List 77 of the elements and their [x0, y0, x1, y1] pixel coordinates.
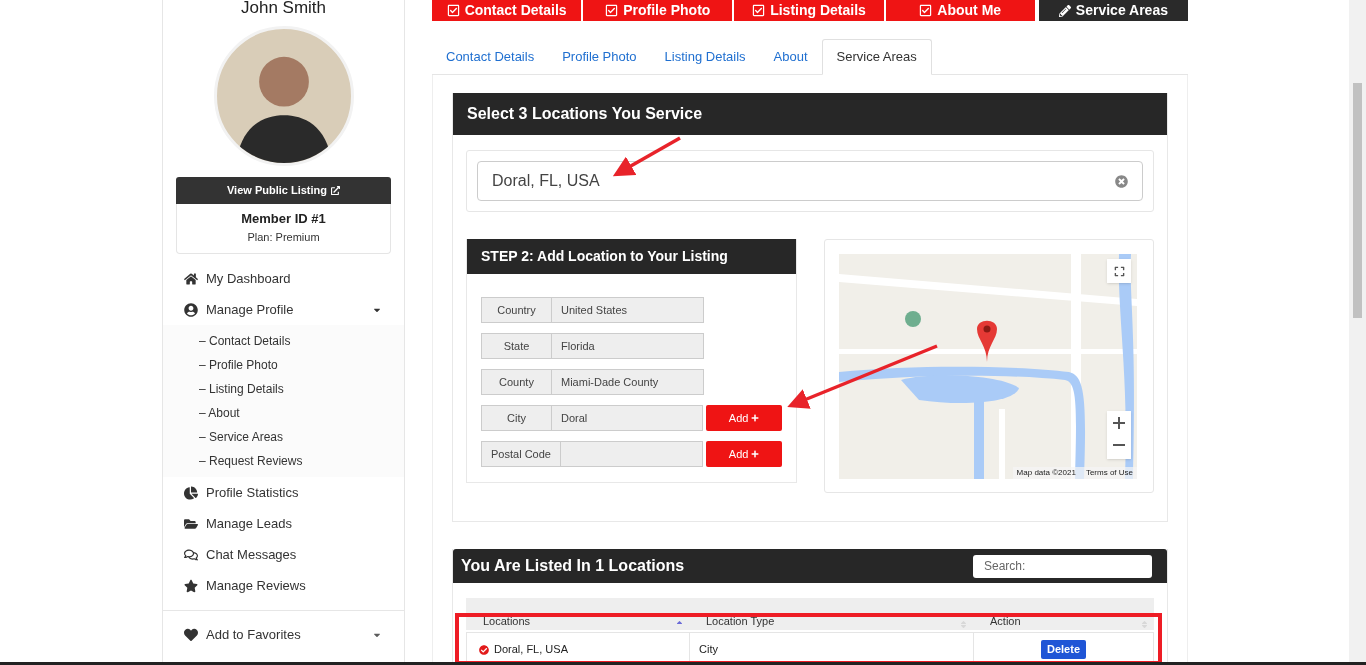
- checkbox-icon: [446, 4, 460, 17]
- clear-icon[interactable]: [1115, 174, 1128, 188]
- field-value[interactable]: United States: [552, 298, 703, 322]
- field-label: City: [482, 406, 552, 430]
- add-button[interactable]: Add: [706, 441, 782, 467]
- column-header[interactable]: Action: [990, 612, 1021, 629]
- plus-icon: [751, 450, 760, 458]
- column-header[interactable]: Locations: [483, 612, 531, 629]
- step-button[interactable]: Listing Details: [734, 0, 884, 21]
- home-icon: [184, 271, 198, 286]
- map[interactable]: Map data ©2021 Terms of Use: [839, 254, 1137, 479]
- column-header[interactable]: Location Type: [706, 612, 775, 629]
- nav-item[interactable]: Chat Messages: [206, 544, 382, 565]
- nav-item[interactable]: Manage Leads: [206, 513, 382, 534]
- member-id: Member ID #1: [241, 210, 326, 228]
- panel-title: STEP 2: Add Location to Your Listing: [481, 247, 728, 266]
- profile-name: John Smith: [239, 0, 327, 17]
- tab[interactable]: Contact Details: [432, 39, 549, 75]
- view-listing-button[interactable]: View Public Listing: [176, 177, 391, 204]
- tab[interactable]: About: [759, 39, 822, 75]
- field-label: County: [482, 370, 552, 394]
- star-icon: [184, 578, 198, 593]
- field-value[interactable]: Miami-Dade County: [552, 370, 703, 394]
- field-value[interactable]: Doral: [552, 406, 703, 430]
- nav-item[interactable]: Add to Favorites: [206, 624, 372, 645]
- scrollbar[interactable]: [1349, 0, 1366, 662]
- submenu-item[interactable]: – About: [199, 401, 404, 425]
- search-field[interactable]: Search:: [973, 554, 1152, 578]
- step-button[interactable]: Profile Photo: [583, 0, 733, 21]
- field-value[interactable]: Florida: [552, 334, 703, 358]
- zoom-in-icon[interactable]: [1113, 417, 1125, 429]
- heart-icon: [184, 627, 198, 642]
- step-button[interactable]: Contact Details: [432, 0, 582, 21]
- fullscreen-button[interactable]: [1107, 259, 1131, 283]
- check-icon: [479, 644, 489, 655]
- chat-bubbles-icon: [184, 547, 198, 562]
- field-label: Postal Code: [482, 442, 561, 466]
- plus-icon: [751, 414, 760, 422]
- pie-chart-icon: [184, 485, 198, 500]
- tab[interactable]: Listing Details: [650, 39, 760, 75]
- input-value: Doral, FL, USA: [492, 171, 601, 191]
- step-button[interactable]: Service Areas: [1038, 0, 1188, 21]
- tab[interactable]: Service Areas: [821, 39, 932, 75]
- field-label: State: [482, 334, 552, 358]
- tab[interactable]: Profile Photo: [548, 39, 651, 75]
- location-input[interactable]: Doral, FL, USA: [477, 161, 1143, 201]
- plan-label: Plan: Premium: [247, 229, 320, 245]
- step-button[interactable]: About Me: [885, 0, 1035, 21]
- folder-icon: [184, 516, 198, 531]
- table-cell-text: Doral, FL, USA: [494, 642, 568, 658]
- panel-title: Select 3 Locations You Service: [467, 104, 703, 124]
- delete-button[interactable]: Delete: [1041, 640, 1086, 659]
- map-attribution: Map data ©2021: [1016, 467, 1076, 479]
- checkbox-icon: [919, 4, 933, 17]
- panel-title: You Are Listed In 1 Locations: [461, 556, 685, 576]
- submenu-item[interactable]: – Service Areas: [199, 425, 404, 449]
- scrollbar-thumb[interactable]: [1353, 83, 1362, 318]
- pencil-icon: [1058, 4, 1071, 17]
- checkbox-icon: [605, 4, 619, 17]
- sort-icon[interactable]: [1140, 620, 1149, 629]
- nav-item[interactable]: Manage Reviews: [206, 575, 382, 596]
- submenu-item[interactable]: – Listing Details: [199, 377, 404, 401]
- field-label: Country: [482, 298, 552, 322]
- annotation-arrow: [612, 136, 681, 177]
- table-cell-text: City: [699, 642, 718, 658]
- submenu-item[interactable]: – Request Reviews: [199, 449, 404, 473]
- nav-item[interactable]: My Dashboard: [206, 268, 382, 289]
- nav-item[interactable]: Manage Profile: [206, 299, 372, 320]
- submenu-item[interactable]: – Contact Details: [199, 329, 404, 353]
- nav-item[interactable]: Profile Statistics: [206, 482, 382, 503]
- add-button[interactable]: Add: [706, 405, 782, 431]
- checkbox-icon: [752, 4, 766, 17]
- sort-icon[interactable]: [959, 620, 968, 629]
- terms-link[interactable]: Terms of Use: [1085, 467, 1133, 479]
- external-link-icon: [331, 186, 340, 195]
- fullscreen-icon: [1113, 265, 1125, 277]
- submenu-item[interactable]: – Profile Photo: [199, 353, 404, 377]
